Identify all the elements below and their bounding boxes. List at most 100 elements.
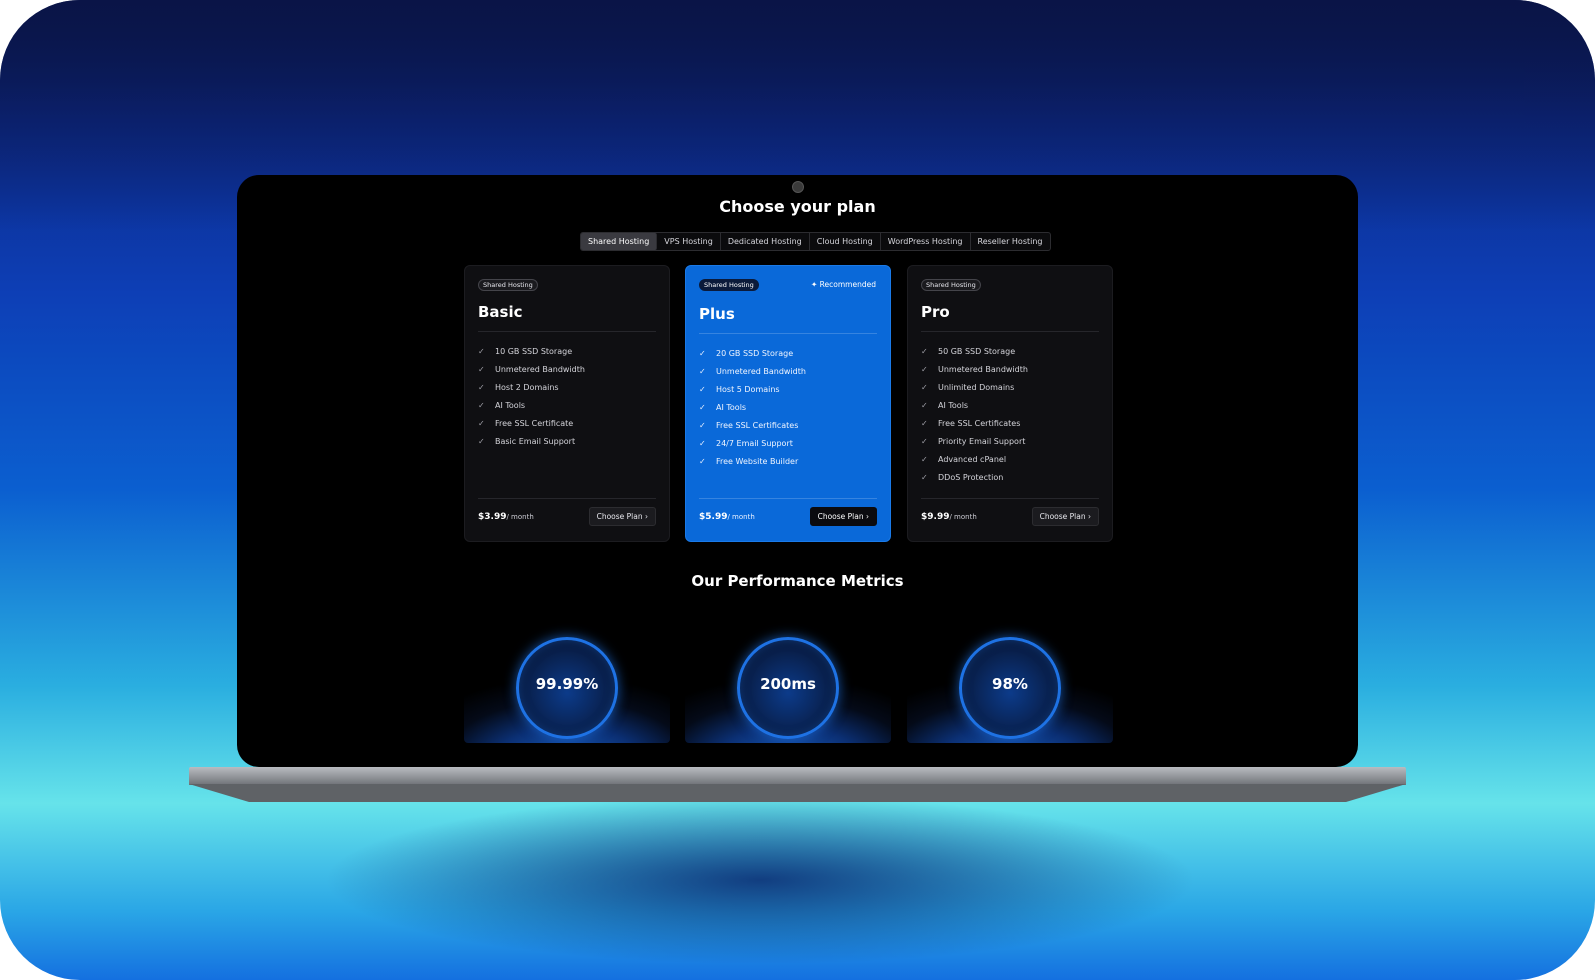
check-icon: ✓: [921, 401, 928, 410]
check-icon: ✓: [699, 421, 706, 430]
divider: [921, 331, 1099, 332]
plan-price: $5.99/ month: [699, 512, 755, 522]
list-item: ✓ 10 GB SSD Storage: [478, 345, 585, 363]
feature-text: Unmetered Bandwidth: [495, 365, 585, 374]
list-item: ✓ Unlimited Domains: [921, 381, 1028, 399]
tab-shared-hosting[interactable]: Shared Hosting: [581, 233, 658, 250]
divider: [699, 333, 877, 334]
camera-icon: [792, 181, 804, 193]
plan-name: Plus: [699, 305, 735, 323]
feature-text: Unlimited Domains: [938, 383, 1015, 392]
list-item: ✓ Free SSL Certificate: [478, 417, 585, 435]
tab-vps-hosting[interactable]: VPS Hosting: [657, 233, 721, 250]
list-item: ✓ 20 GB SSD Storage: [699, 347, 806, 365]
feature-list: ✓ 20 GB SSD Storage ✓ Unmetered Bandwidth …: [699, 347, 806, 473]
tab-reseller-hosting[interactable]: Reseller Hosting: [971, 233, 1050, 250]
metric-value: 200ms: [760, 675, 816, 693]
tab-cloud-hosting[interactable]: Cloud Hosting: [810, 233, 881, 250]
metric-value: 99.99%: [535, 675, 599, 693]
list-item: ✓ DDoS Protection: [921, 471, 1028, 489]
list-item: ✓ AI Tools: [921, 399, 1028, 417]
list-item: ✓ AI Tools: [478, 399, 585, 417]
button-label: Choose Plan: [596, 512, 643, 521]
feature-text: Free SSL Certificates: [938, 419, 1021, 428]
chevron-right-icon: ›: [1088, 512, 1091, 521]
check-icon: ✓: [699, 367, 706, 376]
list-item: ✓ Unmetered Bandwidth: [921, 363, 1028, 381]
check-icon: ✓: [699, 349, 706, 358]
check-icon: ✓: [921, 437, 928, 446]
choose-plan-button[interactable]: Choose Plan ›: [588, 507, 656, 526]
feature-text: AI Tools: [716, 403, 747, 412]
list-item: ✓ Advanced cPanel: [921, 453, 1028, 471]
recommended-text: Recommended: [819, 280, 876, 289]
price-period: / month: [727, 513, 755, 521]
feature-text: Free SSL Certificates: [716, 421, 799, 430]
feature-text: Free SSL Certificate: [495, 419, 574, 428]
divider: [699, 498, 877, 499]
plan-badge: Shared Hosting: [478, 279, 538, 291]
feature-text: DDoS Protection: [938, 473, 1004, 482]
plan-name: Pro: [921, 303, 950, 321]
tab-wordpress-hosting[interactable]: WordPress Hosting: [881, 233, 971, 250]
metric-card-uptime: 99.99%: [464, 623, 670, 743]
feature-text: Free Website Builder: [716, 457, 799, 466]
check-icon: ✓: [478, 401, 485, 410]
check-icon: ✓: [699, 403, 706, 412]
plan-price: $3.99/ month: [478, 512, 534, 522]
feature-text: 10 GB SSD Storage: [495, 347, 573, 356]
check-icon: ✓: [921, 473, 928, 482]
check-icon: ✓: [699, 385, 706, 394]
list-item: ✓ 24/7 Email Support: [699, 437, 806, 455]
choose-plan-button[interactable]: Choose Plan ›: [1031, 507, 1099, 526]
plan-badge: Shared Hosting: [699, 279, 759, 291]
background: Choose your plan Shared Hosting VPS Host…: [0, 0, 1595, 980]
list-item: ✓ Free Website Builder: [699, 455, 806, 473]
feature-text: 20 GB SSD Storage: [716, 349, 794, 358]
price-amount: $5.99: [699, 512, 728, 522]
button-label: Choose Plan: [817, 512, 864, 521]
tab-dedicated-hosting[interactable]: Dedicated Hosting: [721, 233, 810, 250]
check-icon: ✓: [478, 347, 485, 356]
check-icon: ✓: [699, 457, 706, 466]
plan-card-plus: Shared Hosting ✦ Recommended Plus ✓ 20 GB…: [685, 265, 891, 542]
check-icon: ✓: [699, 439, 706, 448]
check-icon: ✓: [478, 365, 485, 374]
check-icon: ✓: [478, 383, 485, 392]
list-item: ✓ Host 2 Domains: [478, 381, 585, 399]
plan-card-pro: Shared Hosting Pro ✓ 50 GB SSD Storage ✓ U…: [907, 265, 1113, 542]
feature-text: Advanced cPanel: [938, 455, 1007, 464]
feature-text: Host 2 Domains: [495, 383, 559, 392]
plan-price: $9.99/ month: [921, 512, 977, 522]
chevron-right-icon: ›: [645, 512, 648, 521]
feature-text: 50 GB SSD Storage: [938, 347, 1016, 356]
divider: [478, 498, 656, 499]
list-item: ✓ Host 5 Domains: [699, 383, 806, 401]
choose-plan-button[interactable]: Choose Plan ›: [809, 507, 877, 526]
divider: [478, 331, 656, 332]
metrics-title: Our Performance Metrics: [691, 572, 904, 590]
feature-text: Unmetered Bandwidth: [938, 365, 1028, 374]
price-amount: $3.99: [478, 512, 507, 522]
list-item: ✓ AI Tools: [699, 401, 806, 419]
plan-badge: Shared Hosting: [921, 279, 981, 291]
feature-text: AI Tools: [495, 401, 526, 410]
check-icon: ✓: [921, 455, 928, 464]
feature-list: ✓ 10 GB SSD Storage ✓ Unmetered Bandwidth …: [478, 345, 585, 453]
metric-card-satisfaction: 98%: [907, 623, 1113, 743]
check-icon: ✓: [478, 437, 485, 446]
metric-value: 98%: [992, 675, 1028, 693]
feature-text: AI Tools: [938, 401, 969, 410]
laptop-base: [189, 767, 1406, 803]
feature-text: 24/7 Email Support: [716, 439, 793, 448]
price-amount: $9.99: [921, 512, 950, 522]
feature-text: Priority Email Support: [938, 437, 1026, 446]
list-item: ✓ Unmetered Bandwidth: [478, 363, 585, 381]
page-title: Choose your plan: [719, 197, 876, 216]
check-icon: ✓: [921, 419, 928, 428]
price-period: / month: [506, 513, 534, 521]
metric-card-response: 200ms: [685, 623, 891, 743]
chevron-right-icon: ›: [866, 512, 869, 521]
feature-text: Host 5 Domains: [716, 385, 780, 394]
hosting-tabs: Shared Hosting VPS Hosting Dedicated Hos…: [580, 232, 1051, 251]
